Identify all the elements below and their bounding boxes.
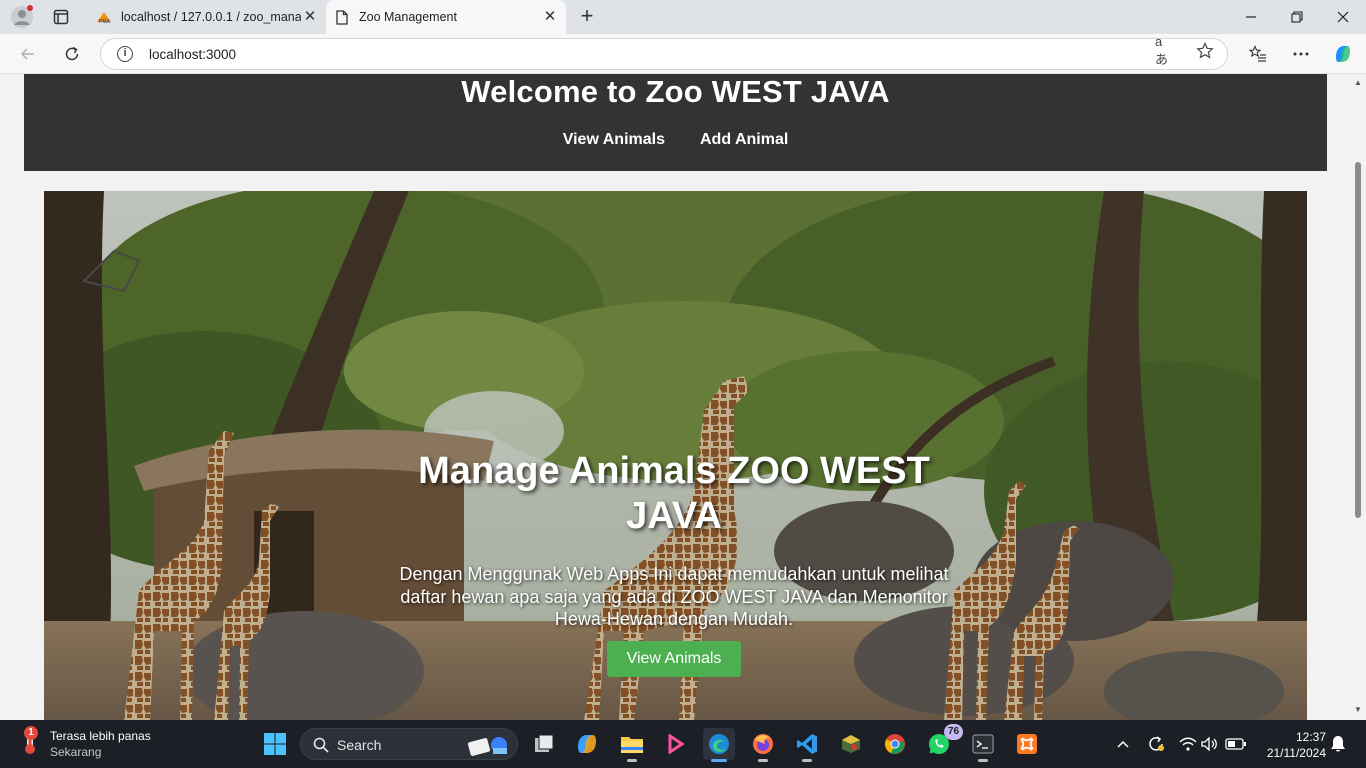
firefox-icon[interactable] xyxy=(747,728,779,762)
profile-avatar-icon[interactable] xyxy=(9,5,35,29)
wifi-icon[interactable] xyxy=(1178,734,1198,754)
page-viewport: Welcome to Zoo WEST JAVA View Animals Ad… xyxy=(0,74,1366,720)
browser-tab-strip: PMA localhost / 127.0.0.1 / zoo_manag ✕ … xyxy=(0,0,1366,34)
sync-icon[interactable] xyxy=(1145,734,1167,754)
battery-icon[interactable] xyxy=(1224,734,1248,754)
thermometer-icon: 1 xyxy=(18,726,44,756)
xampp-icon[interactable] xyxy=(1011,728,1043,760)
terminal-icon[interactable] xyxy=(967,728,999,762)
hero-section: Manage Animals ZOO WEST JAVA Dengan Meng… xyxy=(44,191,1307,720)
notification-bell-icon[interactable] xyxy=(1329,734,1347,754)
tab-title: localhost / 127.0.0.1 / zoo_manag xyxy=(121,10,301,24)
taskbar-search[interactable]: Search xyxy=(300,728,518,760)
volume-icon[interactable] xyxy=(1200,734,1220,754)
view-animals-button[interactable]: View Animals xyxy=(606,640,742,677)
favorite-star-icon[interactable] xyxy=(1195,41,1215,61)
weather-widget[interactable]: 1 Terasa lebih panas Sekarang xyxy=(18,726,151,760)
refresh-icon[interactable] xyxy=(58,40,86,68)
weather-subtitle: Sekarang xyxy=(50,745,102,759)
windows-taskbar: 1 Terasa lebih panas Sekarang Search 76 … xyxy=(0,720,1366,768)
svg-text:PMA: PMA xyxy=(99,19,111,24)
clock-time: 12:37 xyxy=(1295,730,1326,744)
app-pink-icon[interactable] xyxy=(660,728,692,760)
tab-zoo-management[interactable]: Zoo Management ✕ xyxy=(326,0,566,34)
site-header: Welcome to Zoo WEST JAVA View Animals Ad… xyxy=(24,74,1327,171)
weather-title: Terasa lebih panas xyxy=(50,729,151,743)
site-info-icon[interactable]: i xyxy=(117,46,133,62)
search-icon xyxy=(313,737,329,753)
tab-actions-icon[interactable] xyxy=(48,5,74,29)
tab-phpmyadmin[interactable]: PMA localhost / 127.0.0.1 / zoo_manag ✕ xyxy=(88,0,326,34)
chrome-icon[interactable] xyxy=(879,728,911,760)
site-nav: View Animals Add Animal xyxy=(24,131,1327,149)
show-hidden-icons-chevron-icon[interactable] xyxy=(1114,734,1132,754)
weather-badge: 1 xyxy=(24,726,38,740)
task-view-icon[interactable] xyxy=(528,728,560,760)
start-button-icon[interactable] xyxy=(259,728,291,760)
page-scrollbar[interactable]: ▲ ▼ xyxy=(1350,74,1366,720)
read-aloud-icon[interactable]: aあ xyxy=(1155,34,1175,67)
minimize-icon[interactable] xyxy=(1228,0,1274,34)
nav-view-animals[interactable]: View Animals xyxy=(563,131,665,149)
phpmyadmin-icon: PMA xyxy=(96,9,112,25)
hero-content: Manage Animals ZOO WEST JAVA Dengan Meng… xyxy=(374,449,974,677)
address-bar[interactable]: i localhost:3000 xyxy=(100,38,1228,70)
scroll-down-arrow-icon[interactable]: ▼ xyxy=(1353,705,1363,714)
file-explorer-icon[interactable] xyxy=(616,728,648,762)
copilot-icon[interactable] xyxy=(1330,41,1356,67)
app-box-icon[interactable] xyxy=(835,728,867,760)
system-clock[interactable]: 12:37 21/11/2024 xyxy=(1256,729,1326,761)
scroll-up-arrow-icon[interactable]: ▲ xyxy=(1353,78,1363,87)
close-tab-icon[interactable]: ✕ xyxy=(302,9,318,25)
scroll-thumb[interactable] xyxy=(1355,162,1361,518)
whatsapp-badge: 76 xyxy=(944,724,963,740)
nav-add-animal[interactable]: Add Animal xyxy=(700,131,788,149)
new-tab-icon[interactable]: + xyxy=(575,5,599,29)
edge-browser-icon[interactable] xyxy=(703,728,735,762)
back-arrow-icon[interactable] xyxy=(14,40,42,68)
vscode-icon[interactable] xyxy=(791,728,823,762)
close-window-icon[interactable] xyxy=(1320,0,1366,34)
close-tab-icon[interactable]: ✕ xyxy=(542,9,558,25)
clock-date: 21/11/2024 xyxy=(1266,746,1326,760)
search-highlight-icon xyxy=(467,737,507,756)
favorites-list-icon[interactable] xyxy=(1245,41,1271,67)
browser-toolbar: i localhost:3000 aあ xyxy=(0,34,1366,74)
hero-description: Dengan Menggunak Web Apps Ini dapat memu… xyxy=(399,564,949,629)
restore-icon[interactable] xyxy=(1274,0,1320,34)
copilot-app-icon[interactable] xyxy=(571,728,603,760)
hero-title: Manage Animals ZOO WEST JAVA xyxy=(418,450,930,537)
whatsapp-icon[interactable]: 76 xyxy=(923,724,963,760)
site-title: Welcome to Zoo WEST JAVA xyxy=(461,74,890,109)
url-text[interactable]: localhost:3000 xyxy=(149,47,236,62)
page-icon xyxy=(334,9,350,25)
tab-title: Zoo Management xyxy=(359,10,457,24)
search-label: Search xyxy=(337,737,382,753)
more-options-icon[interactable] xyxy=(1288,41,1314,67)
